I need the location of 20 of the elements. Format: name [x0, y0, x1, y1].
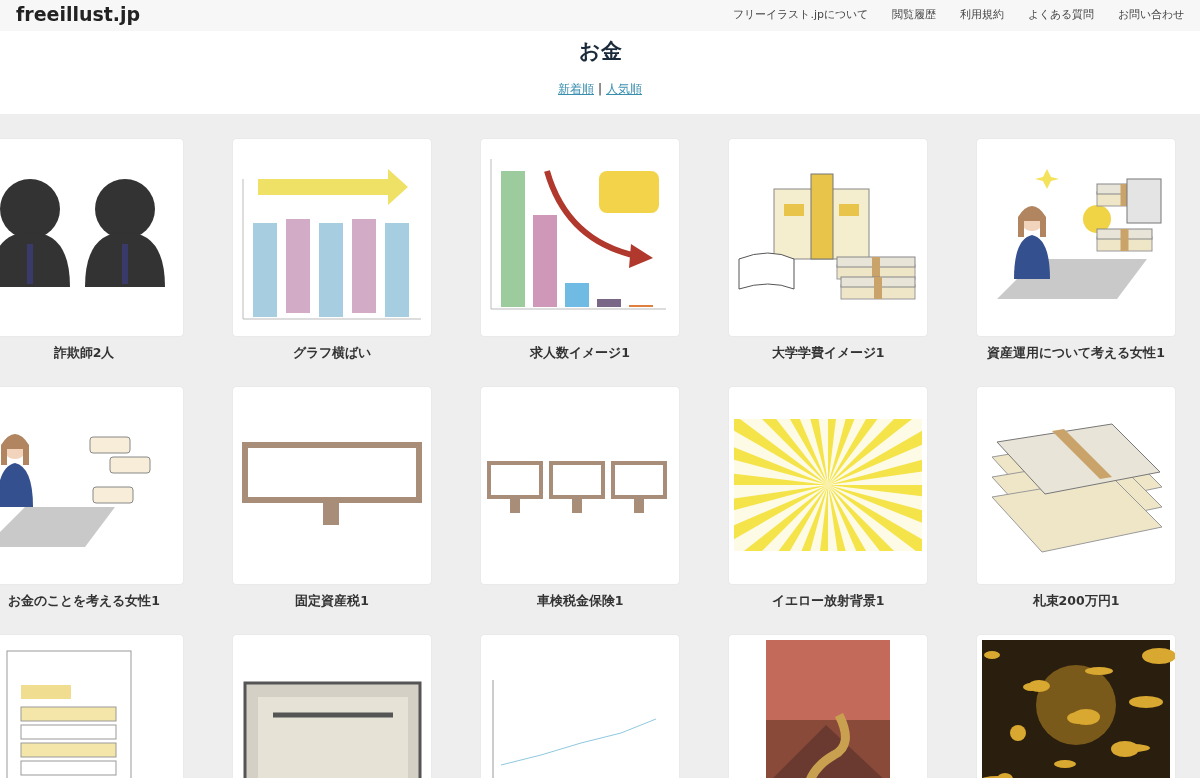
page-title: お金: [577, 39, 623, 65]
nav-link[interactable]: フリーイラスト.jpについて: [733, 8, 868, 23]
illustration-caption: グラフ横ばい: [292, 344, 372, 363]
nav-link[interactable]: 利用規約: [960, 8, 1004, 23]
nav-link[interactable]: お問い合わせ: [1118, 8, 1184, 23]
sort-link[interactable]: 人気順: [606, 82, 642, 97]
illustration-caption: お金のことを考える女性1: [7, 592, 161, 611]
illustration-caption: 車検税金保険1: [535, 592, 625, 611]
illustration-caption: 大学学費イメージ1: [770, 344, 886, 363]
illustration-caption: 求人数イメージ1: [529, 344, 631, 363]
illustration-caption: 資産運用について考える女性1: [986, 344, 1166, 363]
illustration-caption: 固定資産税1: [294, 592, 370, 611]
nav-link[interactable]: よくある質問: [1028, 8, 1094, 23]
illustration-caption: 詐欺師2人: [52, 344, 116, 363]
sort-link[interactable]: 新着順: [557, 82, 594, 97]
illustration-caption: イエロー放射背景1: [770, 592, 886, 611]
illustration-caption: 札束200万円1: [1031, 592, 1121, 611]
nav-link[interactable]: 閲覧履歴: [892, 8, 936, 23]
separator: |: [597, 82, 602, 97]
site-logo[interactable]: freeillust.jp: [16, 3, 141, 26]
